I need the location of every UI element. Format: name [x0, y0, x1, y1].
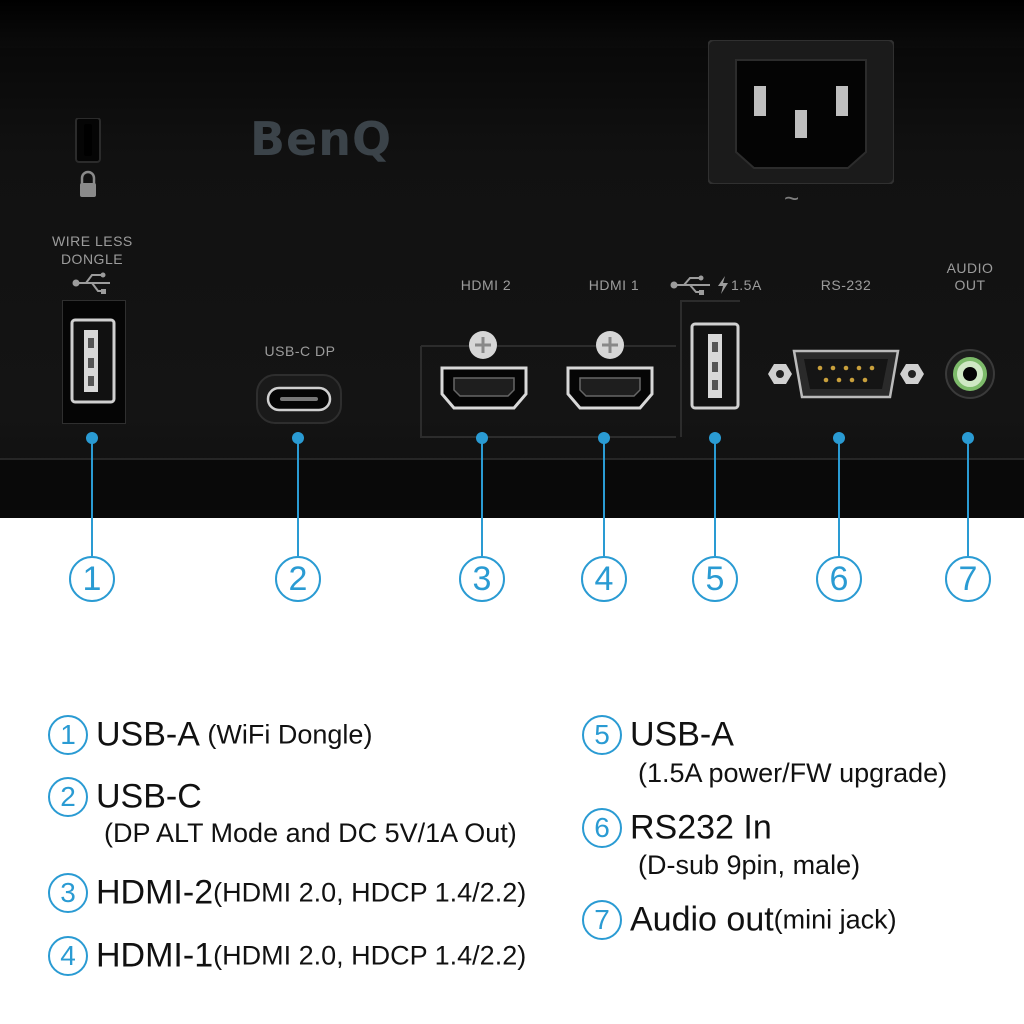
legend-item-1: 1 USB-A (WiFi Dongle): [48, 715, 372, 755]
rs232-label: RS-232: [820, 277, 872, 293]
leader-line: [838, 438, 840, 556]
lightning-icon: [718, 276, 728, 294]
audio-label-line2: OUT: [954, 277, 986, 293]
legend-title: USB-C: [96, 777, 202, 816]
legend-detail: (WiFi Dongle): [199, 719, 373, 750]
rs232-port[interactable]: [764, 343, 928, 405]
legend-num: 7: [582, 900, 622, 940]
legend-num: 2: [48, 777, 88, 817]
wireless-label-line2: DONGLE: [60, 251, 124, 267]
legend-detail: (D-sub 9pin, male): [638, 850, 861, 880]
callout-1: 1: [69, 556, 115, 602]
legend-item-5: 5 USB-A: [582, 715, 734, 755]
callout-5: 5: [692, 556, 738, 602]
legend-detail: (mini jack): [773, 904, 897, 935]
leader-dot: [86, 432, 98, 444]
legend-num: 1: [48, 715, 88, 755]
leader-line: [714, 438, 716, 556]
legend-item-2: 2 USB-C: [48, 777, 202, 817]
ac-power-symbol: ~: [784, 183, 800, 213]
leader-dot: [476, 432, 488, 444]
legend-title: HDMI-1: [96, 936, 214, 975]
usbc-dp-label: USB-C DP: [264, 343, 336, 359]
leader-dot: [962, 432, 974, 444]
kensington-lock-slot: [75, 118, 101, 197]
hdmi2-label: HDMI 2: [460, 277, 512, 293]
callout-4: 4: [581, 556, 627, 602]
brand-logo: BenQ: [250, 112, 393, 166]
audio-label-line1: AUDIO: [946, 260, 994, 276]
legend-num: 3: [48, 873, 88, 913]
usb-a-port-1[interactable]: [62, 300, 126, 424]
legend-detail: (HDMI 2.0, HDCP 1.4/2.2): [213, 877, 527, 908]
legend-item-3: 3 HDMI-2(HDMI 2.0, HDCP 1.4/2.2): [48, 873, 526, 913]
legend-detail: (1.5A power/FW upgrade): [638, 758, 948, 788]
legend-title: RS232 In: [630, 808, 772, 847]
leader-dot: [598, 432, 610, 444]
power-inlet: [708, 40, 894, 184]
legend-item-4: 4 HDMI-1(HDMI 2.0, HDCP 1.4/2.2): [48, 936, 526, 976]
hdmi1-label: HDMI 1: [588, 277, 640, 293]
leader-line: [91, 438, 93, 556]
callout-7: 7: [945, 556, 991, 602]
leader-dot: [833, 432, 845, 444]
callout-2: 2: [275, 556, 321, 602]
legend-title: HDMI-2: [96, 873, 214, 912]
wireless-label-line1: WIRE LESS: [52, 233, 133, 249]
legend-item-7: 7 Audio out(mini jack): [582, 900, 897, 940]
audio-jack-port[interactable]: [944, 348, 996, 400]
callout-3: 3: [459, 556, 505, 602]
legend-num: 5: [582, 715, 622, 755]
leader-line: [481, 438, 483, 556]
hdmi-1-port[interactable]: [562, 364, 658, 412]
callout-6: 6: [816, 556, 862, 602]
legend-title: USB-A: [630, 715, 734, 754]
leader-dot: [292, 432, 304, 444]
leader-dot: [709, 432, 721, 444]
hdmi-2-port[interactable]: [436, 364, 532, 412]
usb-a-port-2[interactable]: [690, 322, 740, 410]
projector-rear-panel: BenQ ~ WIRE LESS DONGLE USB-C DP HDMI 2 …: [0, 0, 1024, 518]
usb-symbol-icon: [72, 272, 110, 294]
legend-num: 6: [582, 808, 622, 848]
leader-line: [297, 438, 299, 556]
lock-icon: [80, 170, 96, 197]
legend-num: 4: [48, 936, 88, 976]
legend-detail: (HDMI 2.0, HDCP 1.4/2.2): [213, 940, 527, 971]
leader-line: [967, 438, 969, 556]
legend-title: Audio out: [630, 900, 774, 939]
legend-title: USB-A: [96, 715, 200, 754]
legend-detail: (DP ALT Mode and DC 5V/1A Out): [104, 818, 517, 848]
hdmi1-screw-icon: [596, 331, 624, 359]
panel-bottom-lip: [0, 460, 1024, 518]
usb-power-label: 1.5A: [731, 277, 762, 293]
leader-line: [603, 438, 605, 556]
legend-item-6: 6 RS232 In: [582, 808, 772, 848]
hdmi2-screw-icon: [469, 331, 497, 359]
usb-symbol-icon: [670, 275, 710, 295]
usb-c-port[interactable]: [256, 374, 342, 424]
